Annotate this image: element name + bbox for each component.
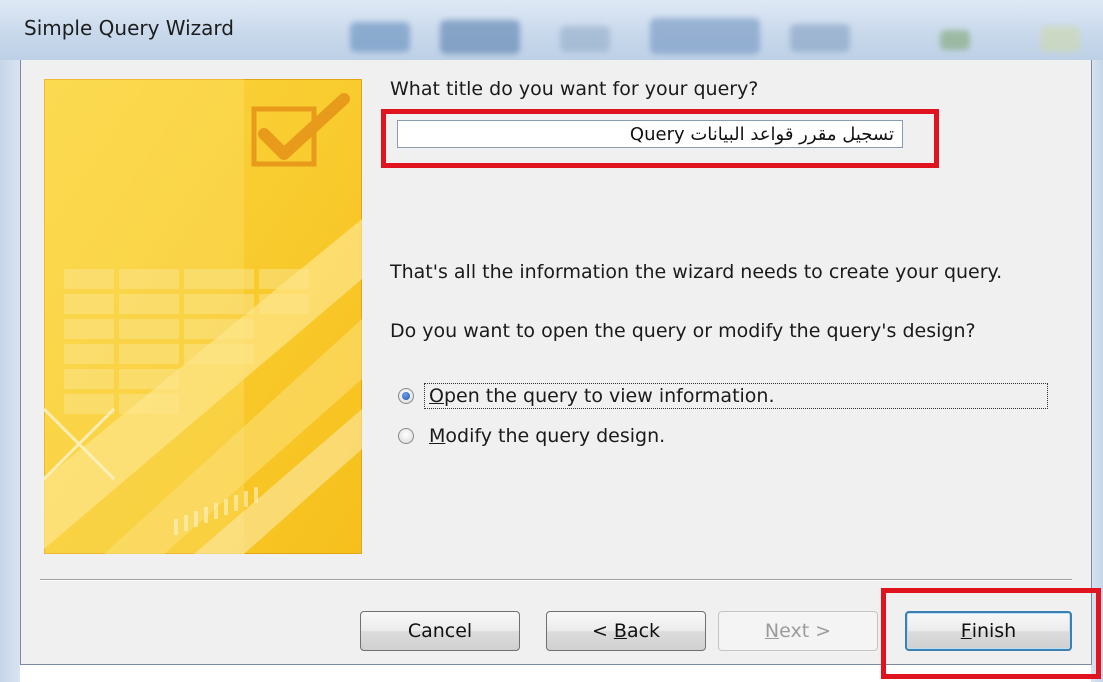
background-blur [440,20,520,54]
open-query-label: Open the query to view information. [424,383,1048,409]
open-query-option[interactable]: Open the query to view information. [398,383,1048,409]
background-blur [650,18,760,54]
query-title-question: What title do you want for your query? [390,78,759,100]
background-blur [1040,26,1080,52]
cancel-button[interactable]: Cancel [360,611,520,651]
modify-design-label: Modify the query design. [429,425,666,447]
radio-selected-icon[interactable] [398,388,414,404]
background-blur [560,26,610,52]
background-blur [350,22,410,52]
title-highlight-annotation [381,109,939,168]
button-separator [40,579,1072,581]
wizard-illustration [44,79,362,554]
wizard-prompt-text: Do you want to open the query or modify … [390,320,976,342]
wizard-image [44,79,362,554]
background-blur [940,30,970,50]
modify-design-option[interactable]: Modify the query design. [398,425,665,447]
wizard-info-text: That's all the information the wizard ne… [390,261,1003,283]
background-blur [790,24,850,52]
next-button[interactable]: Next > [718,611,878,651]
title-bar: Simple Query Wizard [0,0,1103,60]
finish-highlight-annotation [881,588,1101,679]
window-left-edge [0,60,20,682]
radio-unselected-icon[interactable] [398,428,414,444]
back-button[interactable]: < Back [546,611,706,651]
window-title: Simple Query Wizard [24,16,234,40]
